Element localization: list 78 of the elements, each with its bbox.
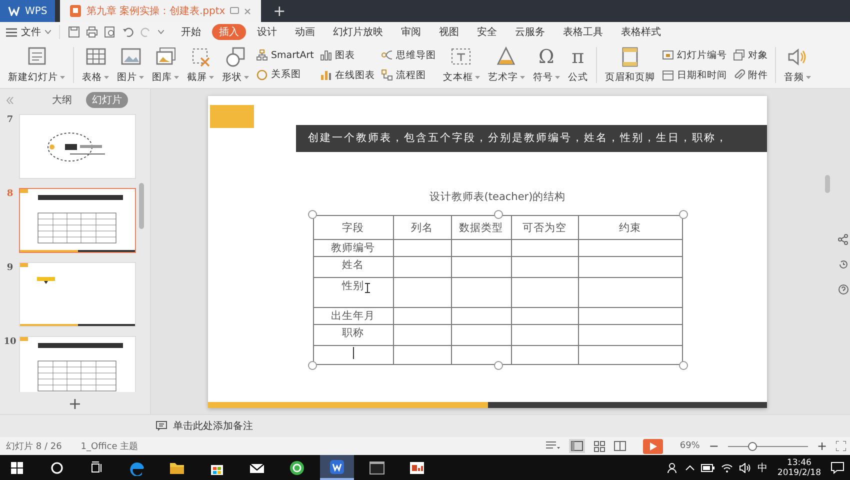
ribbon-button[interactable]: 日期和时间 xyxy=(662,68,727,82)
column-header: 列名 xyxy=(393,216,451,240)
ribbon-button[interactable]: 流程图 xyxy=(380,68,436,82)
field-table[interactable]: 字段 列名 数据类型 可否为空 约束 教师编号 姓名 性别 出生年月 职称 xyxy=(312,215,682,365)
slide-number: 9 xyxy=(6,263,14,273)
menu-tab[interactable]: 设计 xyxy=(250,24,284,40)
tab-label: 第九章 案例实操：创建表.pptx xyxy=(86,4,226,18)
symbol-glyph: π xyxy=(572,46,584,68)
ribbon-button[interactable]: 音频 xyxy=(780,46,815,84)
add-slide-button[interactable]: + xyxy=(0,392,150,414)
zoom-out-button[interactable]: − xyxy=(708,439,719,453)
ribbon-button[interactable]: 附件 xyxy=(732,68,768,82)
field-name: 职称 xyxy=(342,326,364,340)
menu-tab[interactable]: 视图 xyxy=(432,24,466,40)
ribbon-button[interactable]: 幻灯片编号 xyxy=(662,48,727,62)
ribbon-button[interactable]: 表格 xyxy=(78,46,113,84)
menu-tab[interactable]: 云服务 xyxy=(508,24,552,40)
ribbon-button[interactable]: 思维导图 xyxy=(380,48,436,62)
input-method-indicator[interactable]: 中 xyxy=(757,460,768,474)
ribbon-button[interactable]: 对象 xyxy=(732,48,768,62)
ribbon-button[interactable]: 形状 xyxy=(218,46,253,84)
ribbon-button[interactable]: Ω 符号 xyxy=(528,46,564,84)
slide-number: 7 xyxy=(6,115,14,125)
ribbon-button[interactable]: 在线图表 xyxy=(320,68,375,82)
ribbon-label: 符号 xyxy=(532,71,560,84)
title-banner: 创建一个教师表，包含五个字段，分别是教师编号，姓名，性别，生日，职称， xyxy=(296,125,767,152)
menu-tab[interactable]: 表格样式 xyxy=(614,24,668,40)
menu-tab[interactable]: 幻灯片放映 xyxy=(326,24,390,40)
column-header: 可否为空 xyxy=(511,216,578,240)
file-menu[interactable]: 文件 xyxy=(6,25,60,39)
zoom-level[interactable]: 69% xyxy=(680,441,700,451)
slide-number: 8 xyxy=(6,189,14,199)
tab-label: WPS xyxy=(25,6,48,16)
ribbon-button[interactable]: 新建幻灯片 xyxy=(4,46,69,84)
field-name: 性别 xyxy=(342,279,364,293)
field-name: 姓名 xyxy=(342,258,364,272)
symbol-glyph: Ω xyxy=(538,46,554,68)
slide-counter: 幻灯片 8 / 26 xyxy=(6,440,62,452)
ribbon-button[interactable]: 文本框 xyxy=(438,46,484,84)
zoom-in-button[interactable]: + xyxy=(816,439,827,453)
panel-tab[interactable]: 大纲 xyxy=(46,92,78,108)
ribbon-label: 文本框 xyxy=(442,71,480,84)
column-header: 字段 xyxy=(313,216,393,240)
ribbon-button[interactable]: 页眉和页脚 xyxy=(600,46,659,84)
new-tab-button[interactable]: + xyxy=(261,0,298,22)
menu-tab[interactable]: 开始 xyxy=(174,24,208,40)
ribbon-button[interactable]: π 公式 xyxy=(564,46,592,84)
menu-tab[interactable]: 审阅 xyxy=(394,24,428,40)
ribbon-label: 音频 xyxy=(784,71,811,84)
field-name: 出生年月 xyxy=(331,309,375,323)
ribbon-button[interactable]: 图库 xyxy=(148,46,183,84)
menu-tab[interactable]: 安全 xyxy=(470,24,504,40)
document-tab[interactable]: WPS xyxy=(0,0,56,22)
ribbon-button[interactable]: 图表 xyxy=(320,48,375,62)
table-caption: 设计教师表(teacher)的结构 xyxy=(429,190,566,204)
ribbon-button[interactable]: 关系图 xyxy=(256,68,314,81)
ribbon-button[interactable]: 截屏 xyxy=(183,46,218,84)
ribbon-label: 公式 xyxy=(568,71,588,84)
menu-tab[interactable]: 表格工具 xyxy=(556,24,610,40)
slide-number: 10 xyxy=(2,337,18,347)
ribbon-label: 页眉和页脚 xyxy=(604,71,655,84)
clock-time[interactable]: 13:46 xyxy=(786,458,812,468)
ribbon-label: 艺术字 xyxy=(488,71,525,84)
theme-name: 1_Office 主题 xyxy=(80,440,138,452)
ribbon-label: 图库 xyxy=(152,71,179,84)
ribbon-label: 新建幻灯片 xyxy=(8,71,65,84)
ribbon-button[interactable]: 艺术字 xyxy=(484,46,529,84)
field-name: 教师编号 xyxy=(331,241,375,255)
ribbon-button[interactable]: SmartArt xyxy=(256,49,314,61)
notes-placeholder[interactable]: 单击此处添加备注 xyxy=(173,419,253,433)
ribbon-label: 形状 xyxy=(222,71,249,84)
clock-date[interactable]: 2019/2/18 xyxy=(777,468,821,478)
ribbon-label: 图片 xyxy=(117,71,144,84)
ribbon-button[interactable]: 图片 xyxy=(113,46,148,84)
ribbon-label: 表格 xyxy=(82,71,109,84)
menu-tab[interactable]: 动画 xyxy=(288,24,322,40)
column-header: 约束 xyxy=(578,216,682,240)
ribbon-label: 截屏 xyxy=(187,71,214,84)
